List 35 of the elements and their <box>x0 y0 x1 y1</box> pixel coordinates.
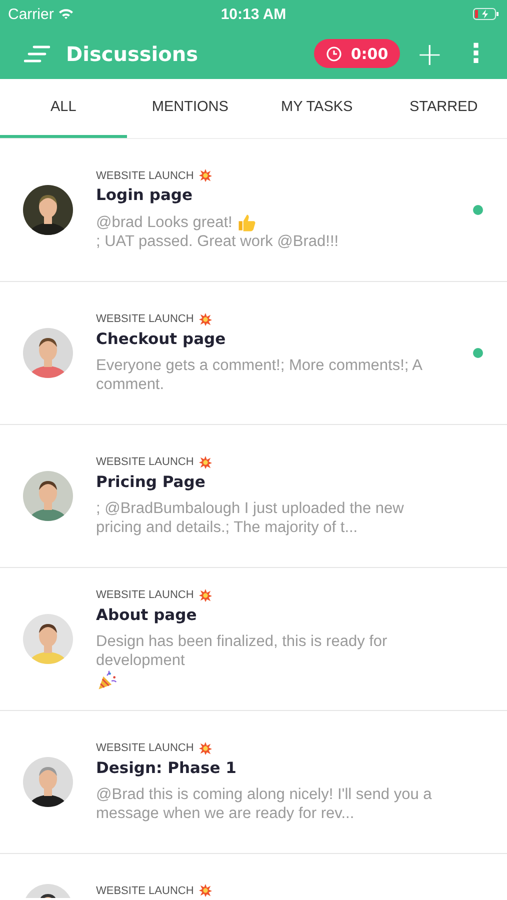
clock-time: 10:13 AM <box>220 6 286 22</box>
project-label: WEBSITE LAUNCH <box>96 313 194 325</box>
burst-icon <box>198 742 212 754</box>
discussion-title[interactable]: Checkout page <box>96 330 456 348</box>
project-label: WEBSITE LAUNCH <box>96 170 194 182</box>
message-preview: @brad Looks great! <box>96 213 232 232</box>
burst-icon <box>198 588 212 602</box>
discussion-title[interactable]: About page <box>96 606 456 624</box>
timer-button[interactable]: 0:00 <box>314 39 400 68</box>
menu-icon[interactable] <box>24 44 50 64</box>
discussion-title[interactable]: Design: Phase 1 <box>96 758 456 776</box>
tab[interactable]: MY TASKS <box>254 79 380 138</box>
burst-icon <box>198 169 212 182</box>
wifi-icon <box>58 8 74 20</box>
burst-icon <box>198 312 212 326</box>
clock-icon <box>326 46 342 62</box>
project-label: WEBSITE LAUNCH <box>96 456 194 468</box>
message-preview: ; UAT passed. Great work @Brad!!! <box>96 232 339 251</box>
project-label: WEBSITE LAUNCH <box>96 589 194 601</box>
tab[interactable]: ALL <box>0 79 127 138</box>
tab[interactable]: STARRED <box>380 79 507 138</box>
project-label: WEBSITE LAUNCH <box>96 884 194 896</box>
tab[interactable]: MENTIONS <box>126 79 254 138</box>
message-preview: Design has been finalized, this is ready for development <box>96 632 388 670</box>
screen-title: Discussions <box>66 42 200 66</box>
discussion-title[interactable]: Pricing Page <box>96 472 456 490</box>
burst-icon <box>198 456 212 468</box>
project-label: WEBSITE LAUNCH <box>96 742 194 754</box>
message-preview: @Brad this is coming along nicely! I'll send you a message when we are ready for rev... <box>96 784 433 822</box>
carrier-name: Carrier <box>8 6 54 22</box>
message-preview: Everyone gets a comment!; More comments!; A comment. <box>96 356 424 394</box>
burst-icon <box>198 884 212 897</box>
message-preview: ; @BradBumbalough I just uploaded the new pricing and details.; The majority of t... <box>96 498 405 536</box>
discussion-title[interactable]: Login page <box>96 186 456 204</box>
battery-icon <box>473 8 499 20</box>
